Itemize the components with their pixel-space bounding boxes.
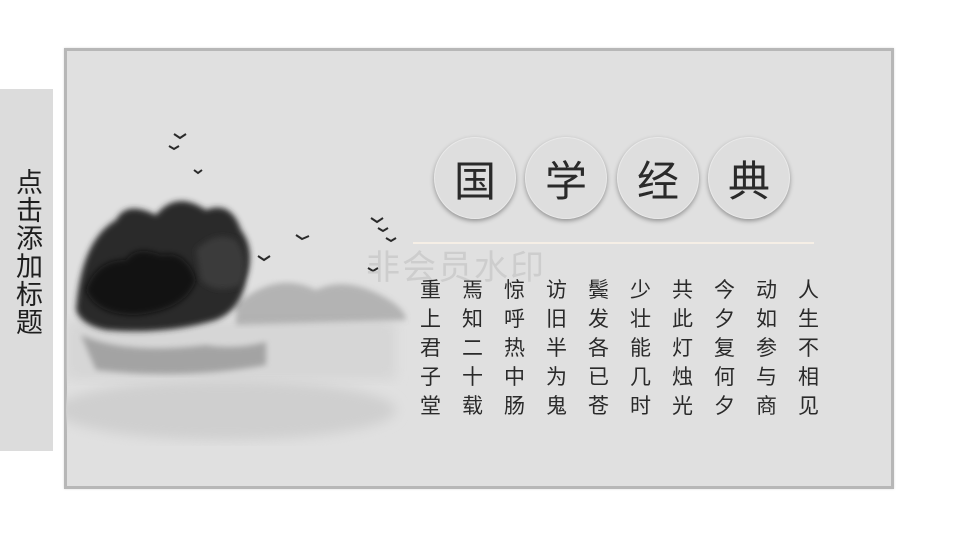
- divider-line: [413, 242, 814, 244]
- side-title[interactable]: 点击添加标题: [0, 168, 53, 336]
- poem-column[interactable]: 共 此 灯 烛 光: [670, 276, 712, 422]
- poem-column[interactable]: 惊 呼 热 中 肠: [502, 276, 544, 422]
- title-char-circle: 学: [525, 137, 607, 219]
- title-char: 学: [544, 156, 587, 206]
- title-char-circle: 典: [708, 137, 790, 219]
- poem-block: 人 生 不 相 见 动 如 参 与 商 今 夕 复 何 夕 共 此 灯 烛 光 …: [418, 276, 838, 422]
- poem-column[interactable]: 动 如 参 与 商: [754, 276, 796, 422]
- poem-column[interactable]: 少 壮 能 几 时: [628, 276, 670, 422]
- poem-column[interactable]: 重 上 君 子 堂: [418, 276, 460, 422]
- title-char-circle: 经: [617, 137, 699, 219]
- title-char: 经: [636, 156, 679, 206]
- title-char: 典: [727, 156, 770, 206]
- poem-column[interactable]: 人 生 不 相 见: [796, 276, 838, 422]
- poem-column[interactable]: 访 旧 半 为 鬼: [544, 276, 586, 422]
- title-char-circle: 国: [434, 137, 516, 219]
- title-char: 国: [453, 156, 496, 206]
- poem-column[interactable]: 鬓 发 各 已 苍: [586, 276, 628, 422]
- poem-column[interactable]: 今 夕 复 何 夕: [712, 276, 754, 422]
- poem-column[interactable]: 焉 知 二 十 载: [460, 276, 502, 422]
